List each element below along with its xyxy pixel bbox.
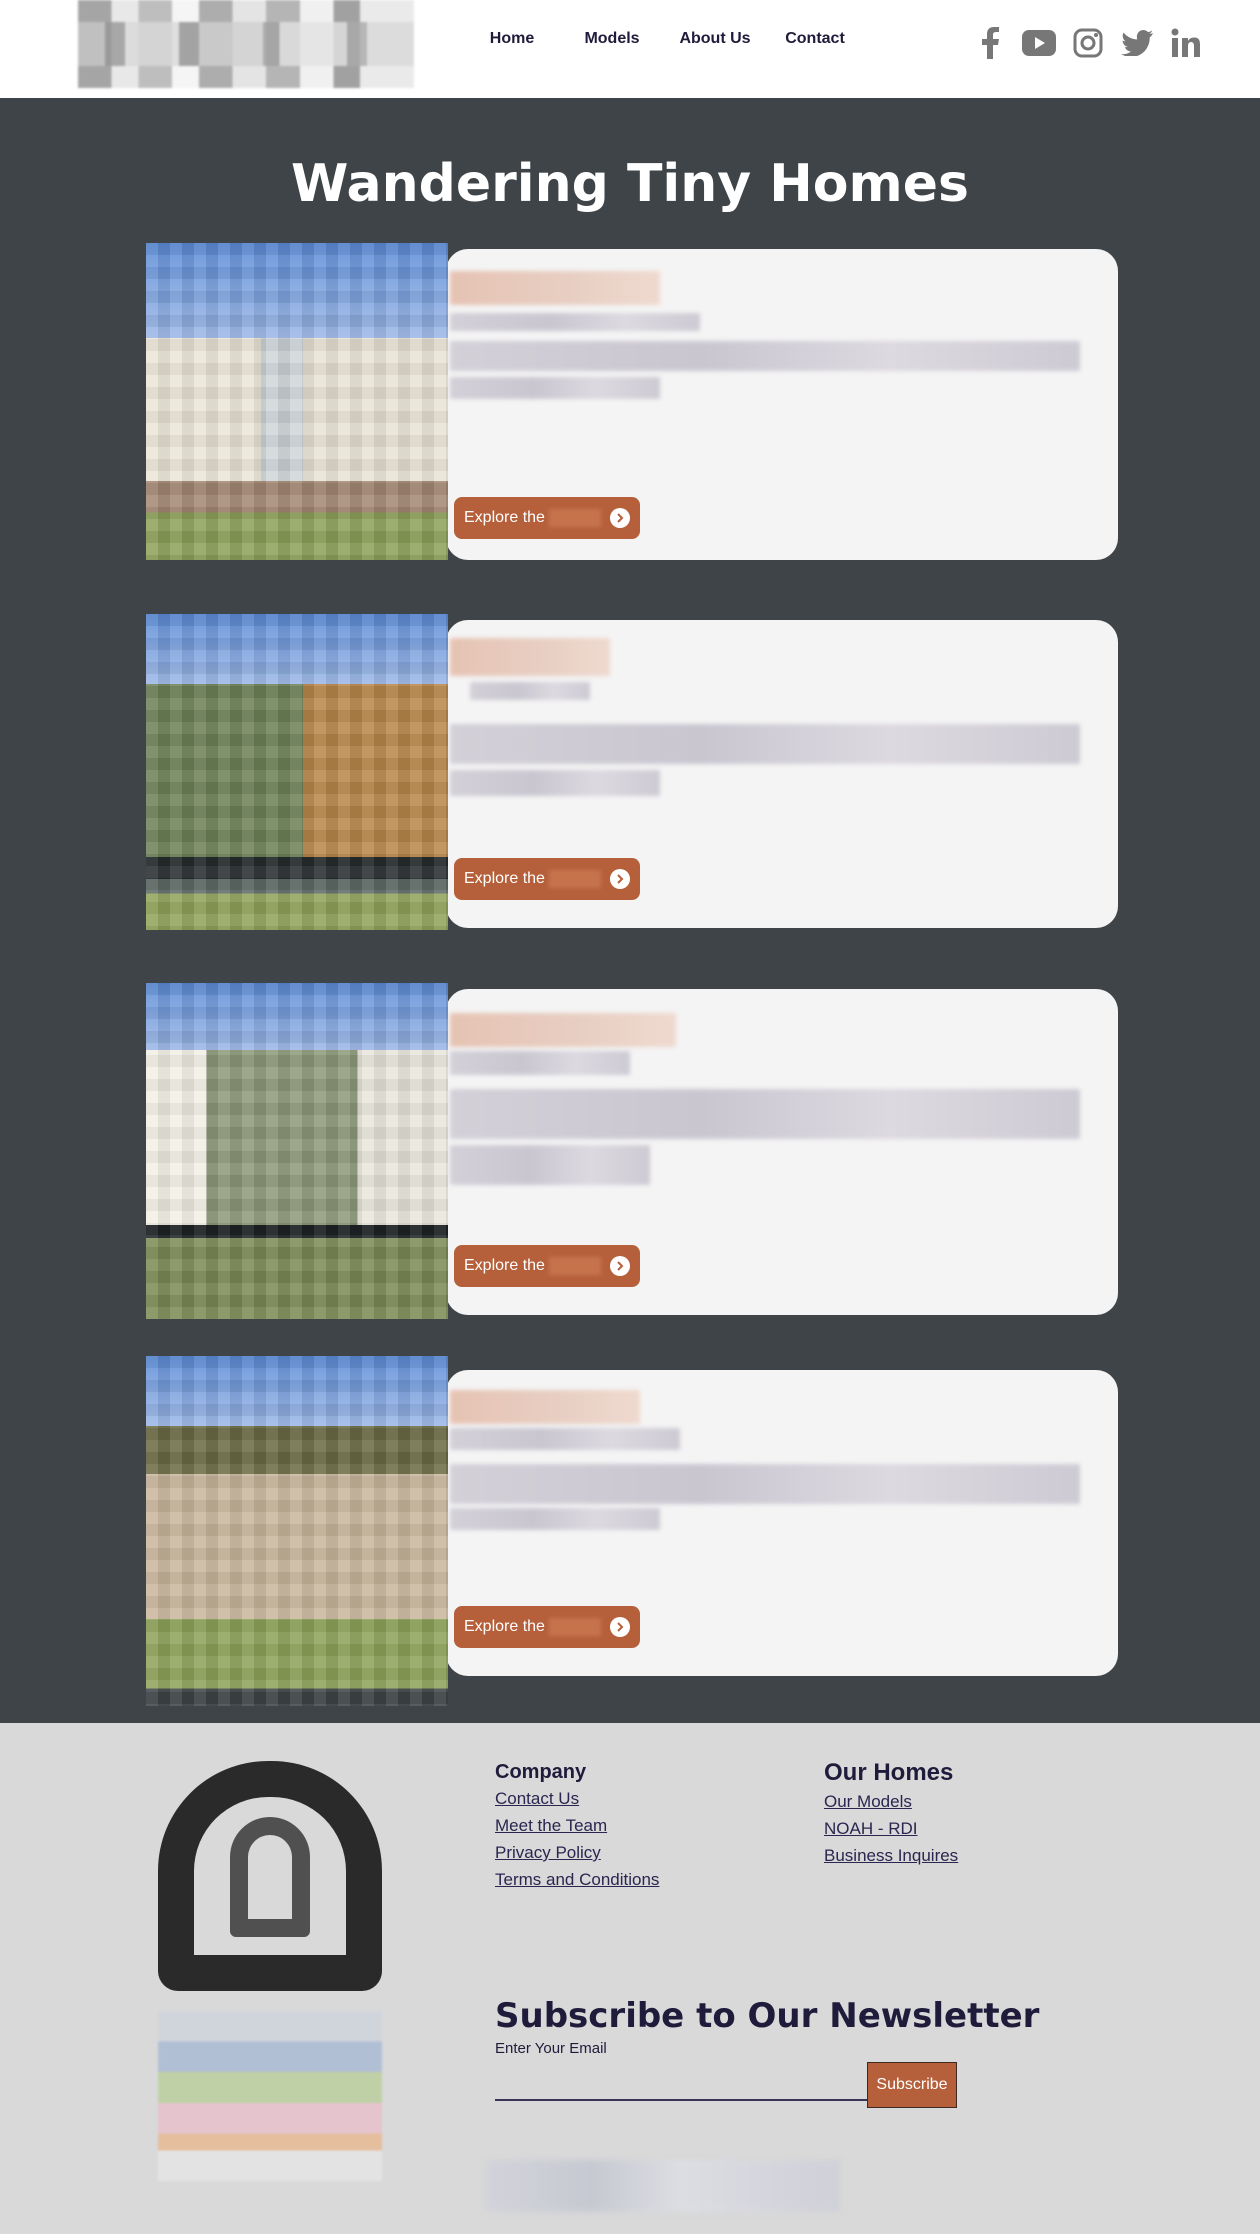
- page-title: Wandering Tiny Homes: [291, 154, 969, 214]
- models-section: Wandering Tiny Homes Explore the Explore…: [0, 98, 1260, 1723]
- explore-model-button[interactable]: Explore the: [454, 497, 640, 539]
- chevron-right-icon: [610, 869, 630, 889]
- model-card: Explore the: [146, 243, 1118, 560]
- model-name-blur: [548, 870, 601, 888]
- chevron-right-icon: [610, 508, 630, 528]
- model-card-description: [450, 770, 660, 796]
- explore-model-button[interactable]: Explore the: [454, 1606, 640, 1648]
- main-nav: Home Models About Us Contact: [470, 30, 870, 56]
- footer-link-meet-the-team[interactable]: Meet the Team: [495, 1816, 607, 1836]
- nav-home[interactable]: Home: [470, 30, 554, 56]
- subscribe-button[interactable]: Subscribe: [867, 2062, 957, 2108]
- model-photo[interactable]: [146, 243, 448, 560]
- model-card-subtitle: [450, 313, 700, 331]
- youtube-icon[interactable]: [1021, 26, 1056, 60]
- social-links: [972, 26, 1203, 60]
- newsletter-title: Subscribe to Our Newsletter: [495, 1996, 1040, 2036]
- model-card-description: [450, 724, 1080, 764]
- explore-model-button[interactable]: Explore the: [454, 1245, 640, 1287]
- chevron-right-icon: [610, 1617, 630, 1637]
- model-card: Explore the: [146, 1356, 1118, 1706]
- model-card-subtitle: [450, 1428, 680, 1450]
- model-card-description: [450, 1145, 650, 1185]
- nav-contact[interactable]: Contact: [760, 30, 870, 56]
- footer-link-our-models[interactable]: Our Models: [824, 1792, 912, 1812]
- model-card-description: [450, 1089, 1080, 1139]
- model-card-title: [450, 1013, 676, 1047]
- model-card: Explore the: [146, 614, 1118, 930]
- footer-link-terms[interactable]: Terms and Conditions: [495, 1870, 659, 1890]
- site-header: Home Models About Us Contact: [0, 0, 1260, 98]
- company-heading: Company: [495, 1761, 587, 1783]
- model-photo[interactable]: [146, 1356, 448, 1706]
- site-logo[interactable]: [78, 0, 414, 88]
- model-name-blur: [548, 509, 601, 527]
- email-input[interactable]: [495, 2061, 867, 2101]
- model-card-description: [450, 1464, 1080, 1504]
- model-name-blur: [548, 1257, 601, 1275]
- footer-link-noah-rdi[interactable]: NOAH - RDI: [824, 1819, 918, 1839]
- linkedin-icon[interactable]: [1168, 26, 1203, 60]
- model-card-title: [450, 638, 610, 676]
- model-card-description: [450, 341, 1080, 371]
- model-card: Explore the: [146, 983, 1118, 1319]
- model-card-subtitle: [450, 1051, 630, 1075]
- model-card-title: [450, 1390, 640, 1424]
- model-card-title: [450, 271, 660, 305]
- chevron-right-icon: [610, 1256, 630, 1276]
- footer-link-business-inquires[interactable]: Business Inquires: [824, 1846, 958, 1866]
- model-card-description: [450, 1508, 660, 1530]
- explore-model-button[interactable]: Explore the: [454, 858, 640, 900]
- nav-about-us[interactable]: About Us: [670, 30, 760, 56]
- model-card-subtitle: [470, 682, 590, 700]
- our-homes-heading: Our Homes: [824, 1759, 954, 1786]
- model-name-blur: [548, 1618, 601, 1636]
- copyright-text: [485, 2160, 840, 2212]
- site-footer: Company Contact Us Meet the Team Privacy…: [0, 1723, 1260, 2234]
- footer-logo[interactable]: [146, 1761, 394, 2181]
- nav-models[interactable]: Models: [554, 30, 670, 56]
- footer-link-privacy-policy[interactable]: Privacy Policy: [495, 1843, 601, 1863]
- footer-link-contact-us[interactable]: Contact Us: [495, 1789, 579, 1809]
- model-card-description: [450, 377, 660, 399]
- model-photo[interactable]: [146, 983, 448, 1319]
- facebook-icon[interactable]: [972, 26, 1007, 60]
- model-photo[interactable]: [146, 614, 448, 930]
- twitter-icon[interactable]: [1119, 26, 1154, 60]
- instagram-icon[interactable]: [1070, 26, 1105, 60]
- email-label: Enter Your Email: [495, 2040, 607, 2057]
